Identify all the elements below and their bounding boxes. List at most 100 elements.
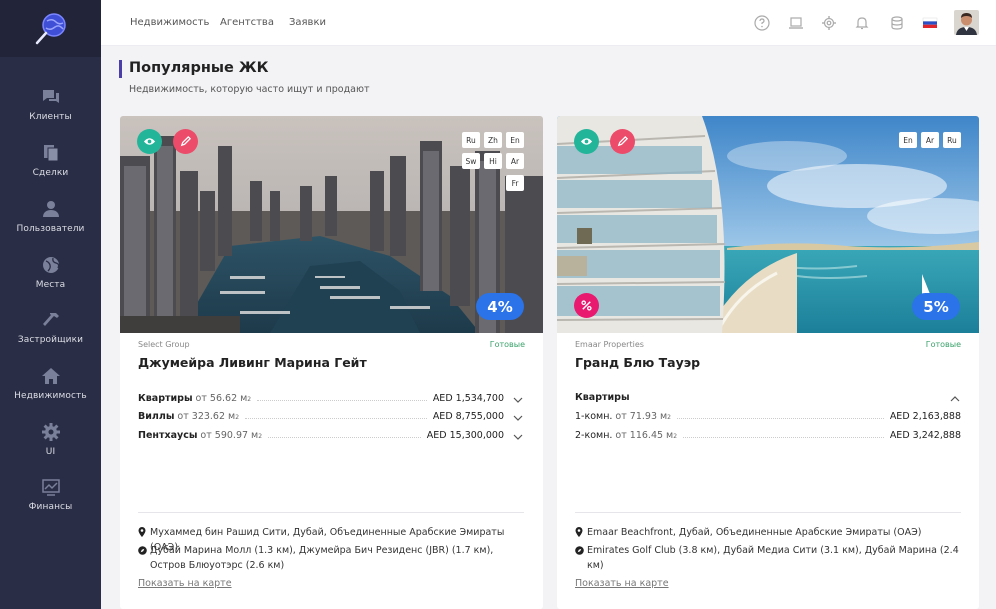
bell-icon bbox=[855, 17, 869, 30]
area-unit-sup: 2 bbox=[247, 396, 252, 403]
show-on-map-link[interactable]: Показать на карте bbox=[138, 578, 232, 589]
pencil-icon bbox=[180, 135, 192, 147]
chevron-down-icon[interactable] bbox=[513, 395, 523, 405]
show-on-map-link[interactable]: Показать на карте bbox=[575, 578, 669, 589]
topbar: Недвижимость Агентства Заявки bbox=[101, 0, 996, 46]
unit-price: AED 3,242,888 bbox=[889, 430, 961, 441]
address-line: Emaar Beachfront, Дубай, Объединенные Ар… bbox=[575, 525, 965, 542]
help-button[interactable] bbox=[753, 14, 771, 32]
chevron-up-icon[interactable] bbox=[950, 394, 960, 404]
lang-badge[interactable]: Ru bbox=[462, 132, 480, 148]
area-unit-sup: 2 bbox=[667, 414, 671, 421]
lang-badge[interactable]: Fr bbox=[506, 175, 524, 191]
lang-badge[interactable]: Hi bbox=[484, 153, 502, 169]
notifications-button[interactable] bbox=[853, 14, 871, 32]
percent-icon bbox=[581, 300, 592, 311]
edit-button[interactable] bbox=[173, 129, 198, 154]
complex-card[interactable]: En Ar Ru 5% Emaar Properties Готовые Гра… bbox=[557, 116, 979, 609]
unit-type: Пентхаусы bbox=[138, 430, 198, 441]
complex-card[interactable]: Ru Zh En Sw Hi Ar Fr 4% Select Group Гот… bbox=[120, 116, 543, 609]
view-button[interactable] bbox=[574, 129, 599, 154]
discount-badge: 5% bbox=[912, 293, 960, 320]
hammer-icon bbox=[42, 313, 59, 326]
unit-area: от 56.62 м bbox=[195, 393, 248, 404]
laptop-icon bbox=[789, 17, 803, 29]
sidebar-item-label: Недвижимость bbox=[14, 391, 87, 401]
divider bbox=[575, 512, 961, 513]
coins-button[interactable] bbox=[887, 14, 905, 32]
nearby-line: Дубай Марина Молл (1.3 км), Джумейра Бич… bbox=[138, 543, 528, 573]
topnav-agencies[interactable]: Агентства bbox=[220, 17, 274, 28]
chart-icon bbox=[41, 479, 60, 496]
topnav-requests[interactable]: Заявки bbox=[289, 17, 326, 28]
area-unit-sup: 2 bbox=[235, 414, 240, 421]
home-icon bbox=[41, 368, 60, 384]
special-offer-badge bbox=[574, 293, 599, 318]
title-accent-bar bbox=[119, 60, 122, 78]
group-header[interactable]: Квартиры bbox=[575, 392, 630, 406]
view-button[interactable] bbox=[137, 129, 162, 154]
price-row[interactable]: Пентхаусы от 590.97 м2 AED 15,300,000 bbox=[138, 429, 504, 443]
sidebar-item-deals[interactable]: Сделки bbox=[0, 143, 101, 199]
coins-icon bbox=[891, 16, 903, 30]
unit-price: AED 15,300,000 bbox=[426, 430, 504, 441]
status-badge: Готовые bbox=[489, 340, 525, 349]
page-title: Популярные ЖК bbox=[129, 60, 269, 76]
laptop-button[interactable] bbox=[787, 14, 805, 32]
developer-name[interactable]: Select Group bbox=[138, 340, 190, 349]
pencil-icon bbox=[617, 135, 629, 147]
sidebar-item-developers[interactable]: Застройщики bbox=[0, 310, 101, 366]
unit-price: AED 1,534,700 bbox=[432, 393, 504, 404]
unit-area: от 323.62 м bbox=[177, 411, 236, 422]
unit-price: AED 2,163,888 bbox=[889, 411, 961, 422]
price-row[interactable]: Квартиры от 56.62 м2 AED 1,534,700 bbox=[138, 392, 504, 406]
language-switcher[interactable] bbox=[921, 14, 939, 32]
sidebar-item-label: Застройщики bbox=[17, 335, 84, 345]
lang-badge[interactable]: Ar bbox=[506, 153, 524, 169]
compass-icon bbox=[138, 546, 147, 555]
app-logo[interactable] bbox=[0, 0, 101, 57]
complex-name[interactable]: Джумейра Ливинг Марина Гейт bbox=[138, 355, 367, 370]
sidebar: Клиенты Сделки Пользователи Места Застро… bbox=[0, 0, 101, 609]
sidebar-item-users[interactable]: Пользователи bbox=[0, 199, 101, 255]
user-avatar[interactable] bbox=[954, 10, 979, 35]
sidebar-item-ui[interactable]: UI bbox=[0, 422, 101, 478]
area-unit-sup: 2 bbox=[258, 433, 263, 440]
sidebar-item-realty[interactable]: Недвижимость bbox=[0, 366, 101, 422]
complex-photo[interactable]: En Ar Ru 5% bbox=[557, 116, 979, 333]
dotted-leader bbox=[268, 429, 421, 438]
russia-flag-icon bbox=[922, 17, 938, 28]
unit-area: от 590.97 м bbox=[200, 430, 259, 441]
complex-name[interactable]: Гранд Блю Тауэр bbox=[575, 355, 700, 370]
dotted-leader bbox=[677, 410, 884, 419]
chevron-down-icon[interactable] bbox=[513, 432, 523, 442]
price-row[interactable]: 2-комн. от 116.45 м2 AED 3,242,888 bbox=[575, 429, 961, 443]
topnav-realty[interactable]: Недвижимость bbox=[130, 17, 209, 28]
sidebar-item-finance[interactable]: Финансы bbox=[0, 477, 101, 533]
documents-icon bbox=[43, 145, 58, 162]
lang-badge[interactable]: En bbox=[506, 132, 524, 148]
chevron-down-icon[interactable] bbox=[513, 413, 523, 423]
settings-button[interactable] bbox=[820, 14, 838, 32]
price-row[interactable]: Виллы от 323.62 м2 AED 8,755,000 bbox=[138, 410, 504, 424]
lang-badge[interactable]: Zh bbox=[484, 132, 502, 148]
help-icon bbox=[754, 15, 770, 31]
avatar-icon bbox=[954, 10, 979, 35]
price-row[interactable]: 1-комн. от 71.93 м2 AED 2,163,888 bbox=[575, 410, 961, 424]
unit-area: от 116.45 м bbox=[615, 430, 674, 441]
status-badge: Готовые bbox=[925, 340, 961, 349]
sidebar-item-label: Сделки bbox=[32, 168, 69, 178]
complex-photo[interactable]: Ru Zh En Sw Hi Ar Fr 4% bbox=[120, 116, 543, 333]
lang-badge[interactable]: Ar bbox=[921, 132, 939, 148]
lang-badge[interactable]: En bbox=[899, 132, 917, 148]
sidebar-item-clients[interactable]: Клиенты bbox=[0, 87, 101, 143]
map-pin-icon bbox=[575, 527, 583, 537]
lang-badge[interactable]: Sw bbox=[462, 153, 480, 169]
edit-button[interactable] bbox=[610, 129, 635, 154]
nearby-text: Emirates Golf Club (3.8 км), Дубай Медиа… bbox=[587, 545, 959, 571]
lang-badge[interactable]: Ru bbox=[943, 132, 961, 148]
dotted-leader bbox=[245, 410, 427, 419]
sidebar-item-places[interactable]: Места bbox=[0, 255, 101, 311]
developer-name[interactable]: Emaar Properties bbox=[575, 340, 644, 349]
eye-icon bbox=[580, 138, 593, 145]
